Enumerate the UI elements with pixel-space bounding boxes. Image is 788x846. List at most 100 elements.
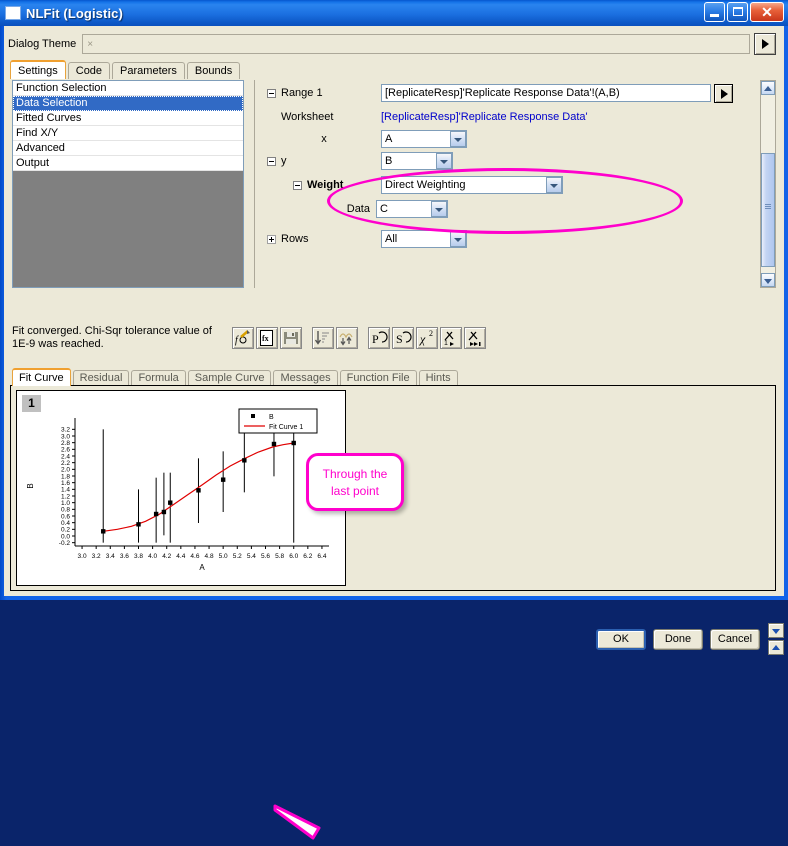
formula-edit-icon[interactable]: f [232,327,254,349]
chart-canvas: 3.0 3.2 3.4 3.6 3.8 4.0 4.2 4.4 4.6 4.8 5.0 5.2 5.4 5… [26,408,329,572]
rows-row: Rows All [267,230,767,248]
weight-method-combo[interactable]: Direct Weighting [381,176,563,194]
range-collapse-toggle-icon[interactable] [267,88,276,98]
rows-value: All [385,233,398,245]
settings-panel: Function Selection Data Selection Fitted… [10,78,776,318]
svg-text:2.6: 2.6 [61,447,70,454]
one-iteration-icon[interactable]: 1 [440,327,462,349]
chevron-down-icon[interactable] [546,177,562,193]
weight-row: Weight Direct Weighting [267,176,767,194]
close-button[interactable]: ✕ [750,2,784,22]
svg-text:0.6: 0.6 [61,513,70,520]
chi-square-icon[interactable]: χ 2 [416,327,438,349]
tree-item-function-selection[interactable]: Function Selection [13,81,243,96]
scroll-down-button[interactable] [761,273,775,287]
svg-text:1: 1 [444,340,448,347]
dialog-theme-row: Dialog Theme × [8,32,776,56]
scroll-up-button[interactable] [761,81,775,95]
done-button[interactable]: Done [653,629,703,650]
maximize-button[interactable] [727,2,748,22]
svg-text:2.4: 2.4 [61,453,70,460]
tab-fit-curve[interactable]: Fit Curve [12,368,71,386]
y-label: y [281,155,287,167]
y-collapse-toggle-icon[interactable] [267,156,276,166]
settings-scrollbar[interactable] [760,80,776,288]
svg-text:P: P [372,332,379,346]
minimize-button[interactable] [704,2,725,22]
callout-annotation: Through the last point [306,453,404,511]
dialog-client-area: Dialog Theme × Settings Code Parameters … [4,26,784,840]
svg-text:3.0: 3.0 [78,553,87,560]
svg-text:A: A [199,563,205,572]
window-controls: ✕ [704,2,784,22]
svg-text:5.8: 5.8 [275,553,284,560]
tab-hints[interactable]: Hints [418,370,458,386]
chevron-down-icon[interactable] [450,231,466,247]
simulate-curve-glyph: S [396,331,412,346]
svg-text:χ: χ [419,332,426,346]
tree-item-output[interactable]: Output [13,156,243,171]
top-tab-strip: Settings Code Parameters Bounds [10,60,242,79]
panel-resize-spinners [768,623,784,657]
rows-combo[interactable]: All [381,230,467,248]
range-select-button[interactable] [714,83,733,103]
tree-item-find-xy[interactable]: Find X/Y [13,126,243,141]
tree-item-data-selection[interactable]: Data Selection [13,96,243,111]
chevron-down-icon[interactable] [436,153,452,169]
initialize-parameters-glyph: P [372,331,388,346]
sort-descending-icon[interactable] [312,327,334,349]
weight-data-row: Data C [267,200,767,218]
svg-text:2.2: 2.2 [61,460,70,467]
tab-bounds[interactable]: Bounds [186,62,241,79]
chevron-down-icon[interactable] [431,201,447,217]
tab-code[interactable]: Code [67,62,111,79]
svg-text:fx: fx [262,334,269,343]
weight-label: Weight [307,179,344,191]
tree-item-fitted-curves[interactable]: Fitted Curves [13,111,243,126]
x-column-value: A [385,133,393,145]
svg-text:2.0: 2.0 [61,467,70,474]
simulate-curve-icon[interactable]: S [392,327,414,349]
formula-edit-glyph: f [235,330,250,346]
tab-settings[interactable]: Settings [10,60,66,79]
chevron-down-icon [764,279,772,284]
chevron-down-icon[interactable] [450,131,466,147]
rows-label: Rows [281,233,309,245]
y-column-combo[interactable]: B [381,152,453,170]
expand-panel-button[interactable] [768,640,784,655]
svg-text:B: B [269,414,274,421]
svg-text:3.2: 3.2 [92,553,101,560]
function-file-icon[interactable]: fx [256,327,278,349]
dialog-theme-expand-button[interactable] [754,33,776,55]
worksheet-value-link[interactable]: [ReplicateResp]'Replicate Response Data' [381,111,588,123]
fit-until-converged-icon[interactable] [464,327,486,349]
ok-button[interactable]: OK [596,629,646,650]
range-input[interactable]: [ReplicateResp]'Replicate Response Data'… [381,84,711,102]
tab-function-file[interactable]: Function File [339,370,417,386]
svg-text:B: B [26,483,35,488]
svg-text:1.4: 1.4 [61,487,70,494]
x-label: x [321,133,327,145]
dialog-theme-combo[interactable]: × [82,34,750,54]
weight-data-combo[interactable]: C [376,200,448,218]
initialize-parameters-icon[interactable]: P [368,327,390,349]
tab-messages[interactable]: Messages [273,370,338,386]
tree-item-advanced[interactable]: Advanced [13,141,243,156]
tab-residual[interactable]: Residual [72,370,130,386]
save-icon[interactable] [280,327,302,349]
tab-sample-curve[interactable]: Sample Curve [187,370,272,386]
weight-collapse-toggle-icon[interactable] [293,180,302,190]
collapse-panel-button[interactable] [768,623,784,638]
rows-expand-toggle-icon[interactable] [267,234,276,244]
weight-data-label: Data [346,203,370,215]
x-column-combo[interactable]: A [381,130,467,148]
worksheet-label: Worksheet [281,111,334,123]
cancel-button[interactable]: Cancel [710,629,760,650]
svg-text:0.2: 0.2 [61,527,70,534]
fit-peaks-icon[interactable] [336,327,358,349]
tab-formula[interactable]: Formula [131,370,186,386]
fit-curve-plot[interactable]: 1 3.0 3.2 3.4 3.6 3.8 4.0 4.2 4.4 4.6 4.8 5.0 5.2 5.… [16,390,346,586]
scrollbar-thumb[interactable] [761,153,775,267]
dialog-theme-value: × [87,38,94,50]
tab-parameters[interactable]: Parameters [112,62,185,79]
